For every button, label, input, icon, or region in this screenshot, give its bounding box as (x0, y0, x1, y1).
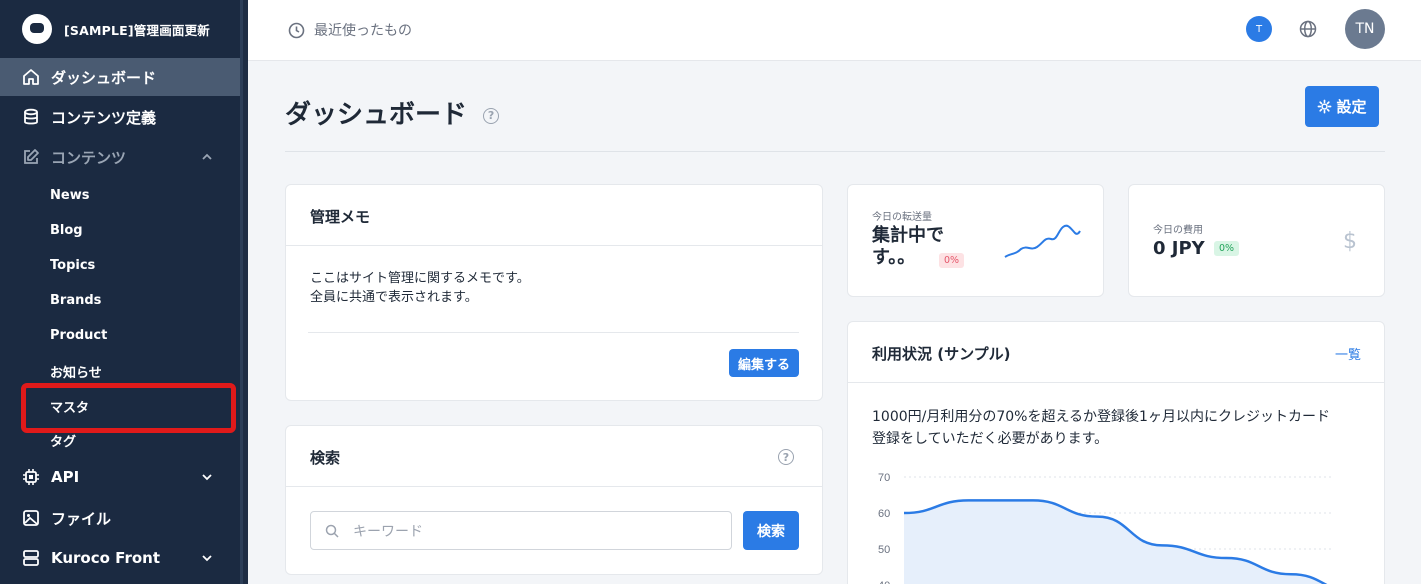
usage-line: 登録をしていただく必要があります。 (872, 431, 1109, 447)
globe-icon[interactable] (1299, 20, 1317, 38)
transfer-card: 今日の転送量 集計中で す。。 0% (847, 184, 1104, 297)
divider (848, 382, 1384, 383)
home-icon (23, 69, 39, 85)
edit-memo-button[interactable]: 編集する (729, 349, 799, 377)
database-icon (24, 108, 38, 125)
cost-label: 今日の費用 (1153, 225, 1203, 236)
sidebar-item-api[interactable]: API (0, 458, 240, 496)
sidebar-item-label: API (51, 468, 80, 486)
transfer-label: 今日の転送量 (872, 212, 932, 223)
chip-icon (23, 469, 39, 485)
recent-items-label: 最近使ったもの (314, 23, 412, 39)
sidebar-subitem-topics[interactable]: Topics (50, 258, 95, 273)
usage-list-link[interactable]: 一覧 (1335, 344, 1361, 363)
sidebar-item-label: コンテンツ定義 (51, 108, 157, 127)
usage-text: 1000円/月利用分の70%を超えるか登録後1ヶ月以内にクレジットカード 登録を… (872, 406, 1372, 450)
memo-title: 管理メモ (310, 208, 371, 226)
usage-card: 利用状況 (サンプル) 一覧 1000円/月利用分の70%を超えるか登録後1ヶ月… (847, 321, 1385, 584)
sidebar-subitem-product[interactable]: Product (50, 328, 107, 343)
sidebar-subitem-notice[interactable]: お知らせ (50, 362, 102, 381)
search-title: 検索 (310, 449, 341, 467)
sidebar-subitem-blog[interactable]: Blog (50, 223, 83, 238)
chart-y-tick: 40 (878, 580, 890, 584)
page-title-text: ダッシュボード (285, 100, 468, 130)
search-button[interactable]: 検索 (743, 511, 799, 550)
brand-name: [SAMPLE]管理画面更新 (64, 22, 211, 38)
chevron-down-icon (202, 474, 212, 481)
memo-line: 全員に共通で表示されます。 (310, 290, 478, 305)
divider (285, 151, 1385, 152)
cost-card: 今日の費用 0 JPY 0% $ (1128, 184, 1385, 297)
chevron-down-icon (202, 555, 212, 562)
page-title: ダッシュボード ? (285, 94, 500, 131)
transfer-value: 集計中で す。。 (872, 225, 944, 269)
memo-text: ここはサイト管理に関するメモです。 全員に共通で表示されます。 (310, 269, 530, 307)
tenant-badge[interactable]: T (1246, 16, 1272, 42)
chevron-up-icon (202, 153, 212, 160)
topbar: 最近使ったもの T TN (248, 0, 1421, 61)
avatar[interactable]: TN (1345, 9, 1385, 49)
memo-card: 管理メモ ここはサイト管理に関するメモです。 全員に共通で表示されます。 編集す… (285, 184, 823, 401)
sidebar: [SAMPLE]管理画面更新 ダッシュボード コンテンツ定義 コンテンツ New… (0, 0, 240, 584)
search-card: 検索 ? キーワード 検索 (285, 425, 823, 575)
help-icon[interactable]: ? (483, 107, 500, 124)
sidebar-item-files[interactable]: ファイル (0, 499, 240, 537)
transfer-change-badge: 0% (939, 253, 965, 268)
transfer-value-line: 集計中で (872, 225, 944, 246)
chart-y-tick: 50 (878, 544, 890, 556)
dollar-icon: $ (1343, 229, 1357, 254)
image-icon (23, 510, 39, 526)
cost-value: 0 JPY (1153, 238, 1205, 259)
clock-icon (288, 22, 305, 38)
chart-y-tick: 60 (878, 508, 890, 520)
divider (286, 245, 822, 246)
sidebar-item-label: コンテンツ (51, 148, 127, 167)
search-icon (325, 524, 339, 538)
usage-title: 利用状況 (サンプル) (872, 345, 1011, 363)
sidebar-subitem-news[interactable]: News (50, 188, 89, 203)
sidebar-subitem-brands[interactable]: Brands (50, 293, 101, 308)
sidebar-scrollbar[interactable] (240, 0, 248, 584)
settings-button[interactable]: 設定 (1305, 86, 1379, 127)
search-input[interactable]: キーワード (310, 511, 732, 550)
help-icon[interactable]: ? (778, 449, 794, 465)
sidebar-item-label: Kuroco Front (51, 549, 160, 567)
sidebar-item-content-definition[interactable]: コンテンツ定義 (0, 98, 240, 136)
edit-icon (24, 149, 39, 164)
search-placeholder: キーワード (353, 523, 423, 540)
cost-change-badge: 0% (1214, 241, 1240, 256)
memo-line: ここはサイト管理に関するメモです。 (310, 271, 530, 286)
usage-line: 1000円/月利用分の70%を超えるか登録後1ヶ月以内にクレジットカード (872, 409, 1330, 425)
sidebar-item-kuroco-front[interactable]: Kuroco Front (0, 539, 240, 577)
divider (286, 486, 822, 487)
sidebar-item-contents[interactable]: コンテンツ (0, 138, 240, 176)
highlight-box (21, 383, 236, 433)
sidebar-item-dashboard[interactable]: ダッシュボード (0, 58, 240, 96)
sparkline (1004, 224, 1081, 258)
server-icon (23, 550, 39, 566)
gear-icon (1318, 99, 1332, 114)
divider (308, 332, 799, 333)
usage-chart: 70 60 50 40 (878, 472, 1334, 584)
sidebar-item-label: ファイル (51, 509, 112, 528)
sidebar-item-label: ダッシュボード (51, 68, 157, 87)
brand-logo (22, 14, 52, 44)
recent-items-link[interactable]: 最近使ったもの (288, 20, 412, 40)
brand[interactable]: [SAMPLE]管理画面更新 (0, 0, 240, 58)
transfer-value-line: す。。 (872, 247, 916, 268)
sidebar-subitem-tag[interactable]: タグ (50, 431, 76, 450)
chart-y-tick: 70 (878, 472, 890, 484)
settings-label: 設定 (1336, 98, 1367, 116)
